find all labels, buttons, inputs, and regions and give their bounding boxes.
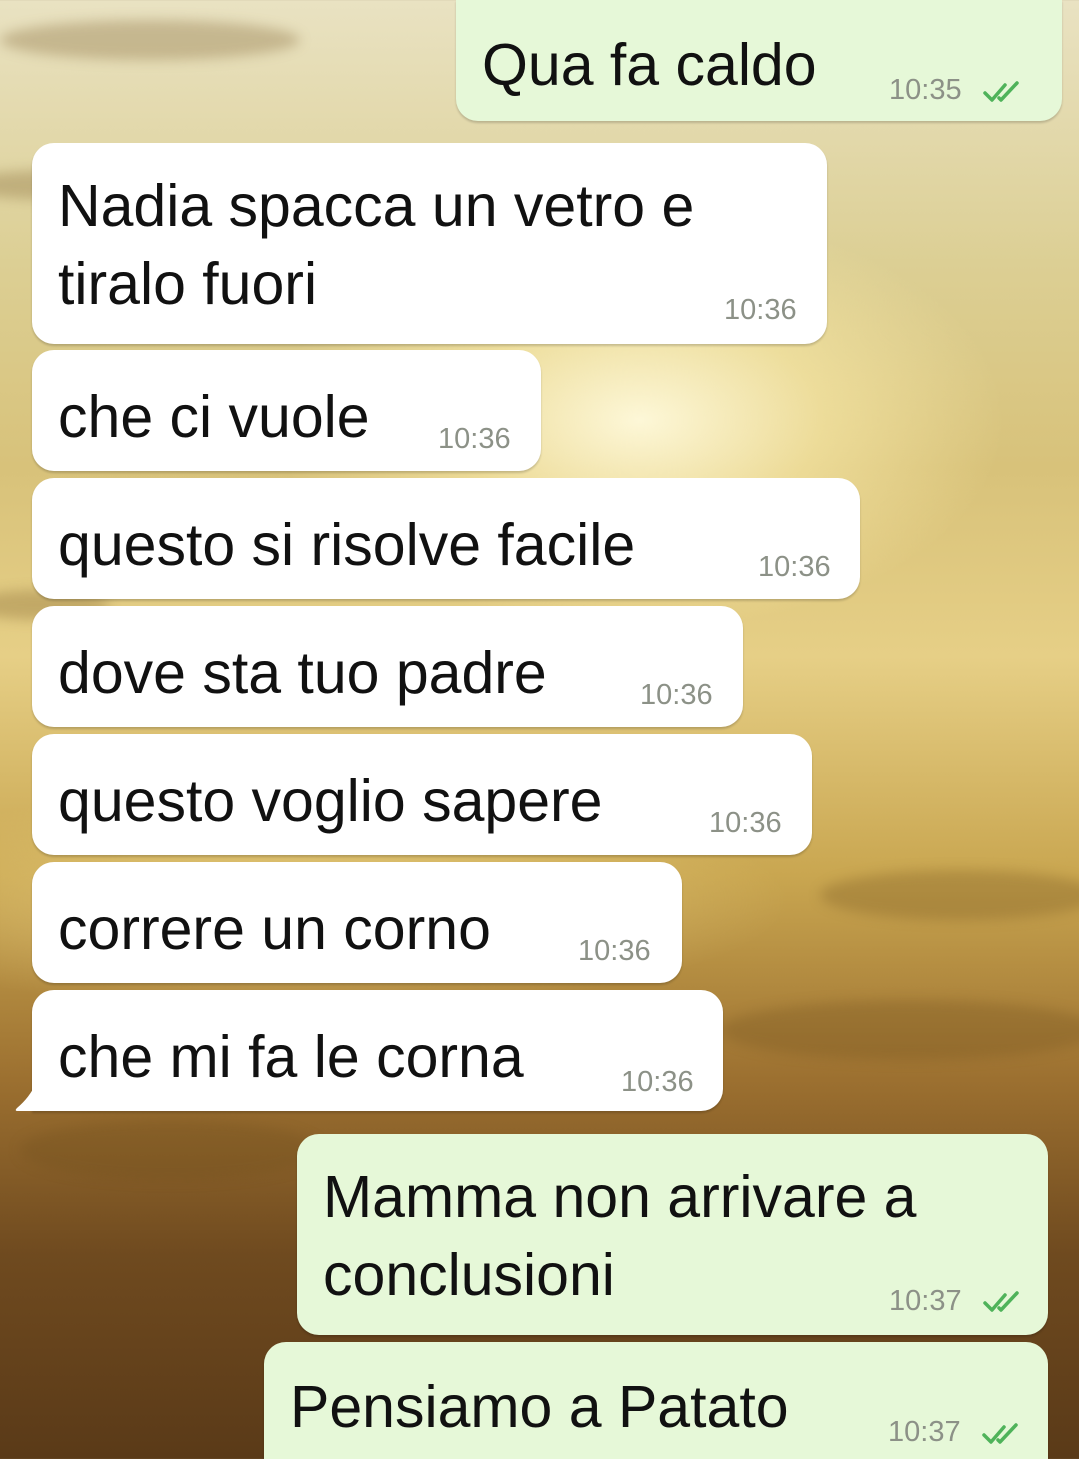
wallpaper-cloud — [820, 870, 1079, 920]
message-text: Mamma non arrivare a conclusioni — [323, 1164, 917, 1308]
message-text: Pensiamo a Patato — [290, 1374, 789, 1440]
incoming-message-bubble[interactable]: questo voglio sapere 10:36 — [32, 734, 812, 855]
bubble-tail — [15, 1083, 36, 1111]
double-check-icon — [983, 1291, 1019, 1312]
message-time: 10:36 — [709, 807, 782, 839]
message-time: 10:35 — [889, 74, 962, 106]
incoming-message-bubble[interactable]: che ci vuole 10:36 — [32, 350, 541, 471]
message-time: 10:36 — [438, 423, 511, 455]
incoming-message-bubble[interactable]: che mi fa le corna 10:36 — [32, 990, 723, 1111]
message-time: 10:37 — [889, 1285, 962, 1317]
message-time: 10:36 — [640, 679, 713, 711]
wallpaper-cloud — [720, 1000, 1079, 1060]
message-time: 10:37 — [888, 1416, 961, 1448]
outgoing-message-bubble[interactable]: Pensiamo a Patato 10:37 — [264, 1342, 1048, 1459]
outgoing-message-bubble[interactable]: Qua fa caldo 10:35 — [456, 0, 1062, 121]
double-check-icon — [982, 1423, 1018, 1444]
double-check-icon — [983, 81, 1019, 102]
message-text: che ci vuole — [58, 384, 370, 450]
wallpaper-cloud — [20, 1120, 320, 1180]
message-time: 10:36 — [621, 1066, 694, 1098]
message-text: correre un corno — [58, 896, 491, 962]
message-time: 10:36 — [758, 551, 831, 583]
message-text: dove sta tuo padre — [58, 640, 547, 706]
message-time: 10:36 — [578, 935, 651, 967]
wallpaper-cloud — [0, 20, 300, 60]
message-text: Nadia spacca un vetro e tiralo fuori — [58, 173, 695, 317]
outgoing-message-bubble[interactable]: Mamma non arrivare a conclusioni 10:37 — [297, 1134, 1048, 1335]
incoming-message-bubble[interactable]: questo si risolve facile 10:36 — [32, 478, 860, 599]
message-text: Qua fa caldo — [482, 32, 817, 98]
message-time: 10:36 — [724, 294, 797, 326]
message-text: questo voglio sapere — [58, 768, 603, 834]
incoming-message-bubble[interactable]: dove sta tuo padre 10:36 — [32, 606, 743, 727]
incoming-message-bubble[interactable]: Nadia spacca un vetro e tiralo fuori 10:… — [32, 143, 827, 344]
message-text: che mi fa le corna — [58, 1024, 524, 1090]
message-text: questo si risolve facile — [58, 512, 636, 578]
incoming-message-bubble[interactable]: correre un corno 10:36 — [32, 862, 682, 983]
